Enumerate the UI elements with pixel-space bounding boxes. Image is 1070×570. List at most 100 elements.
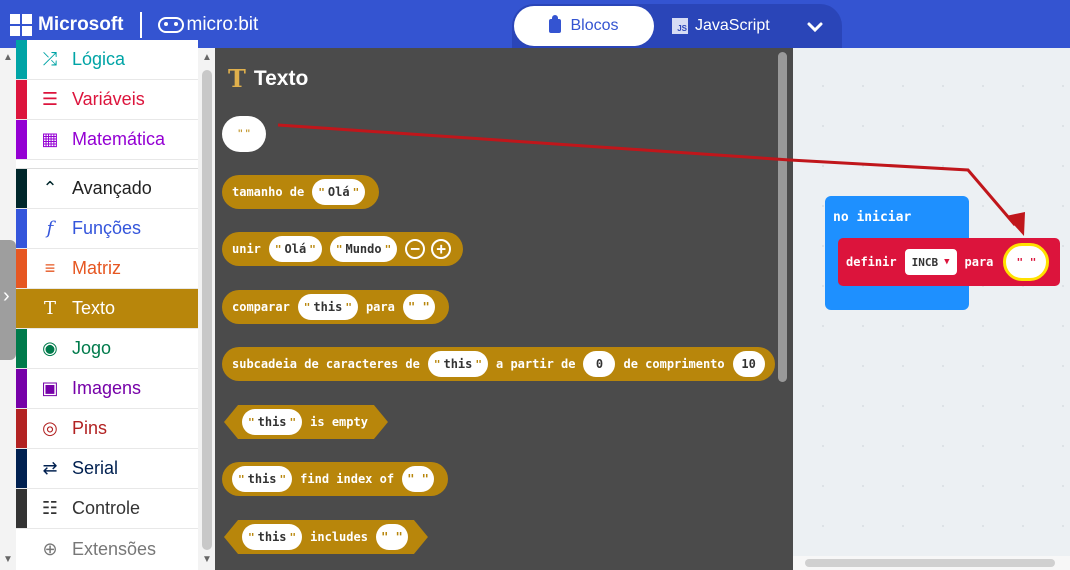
workspace-scrollbar[interactable] [793,556,1070,570]
category-color-bar [16,409,27,448]
scroll-down-icon[interactable]: ▼ [202,554,212,565]
javascript-icon: JS [672,18,688,34]
brand-divider [139,12,142,38]
ordered-list-icon: ≡ [44,258,56,278]
empty-string-block[interactable]: " " [222,116,266,152]
category-color-bar [16,80,27,119]
category-advanced[interactable]: ⌃ Avançado [16,169,198,209]
tab-blocks[interactable]: Blocos [514,6,654,46]
string-input[interactable]: " this " [242,409,302,435]
block-keyword: unir [232,242,261,256]
usb-icon: ⇄ [42,458,58,478]
string-input[interactable]: " " [402,466,435,492]
puzzle-icon [549,15,562,33]
category-color-bar [16,329,27,368]
shuffle-icon: ⤮ [42,49,58,69]
string-input[interactable]: " Olá " [312,179,366,205]
category-serial[interactable]: ⇄ Serial [16,449,198,489]
collapse-sidebar-handle[interactable] [0,240,16,360]
category-color-bar [16,209,27,248]
brand-microsoft: Microsoft [38,14,124,35]
category-color-bar [16,369,27,408]
scroll-down-icon[interactable]: ▼ [3,554,13,565]
block-includes[interactable]: " this " includes " " [224,520,428,554]
gamepad-icon: ◉ [42,338,58,358]
category-control[interactable]: ☷ Controle [16,489,198,529]
block-length-of[interactable]: tamanho de " Olá " [222,175,380,209]
block-keyword: de comprimento [623,357,725,371]
scroll-up-icon[interactable]: ▲ [3,52,13,63]
block-keyword: comparar [232,300,290,314]
block-find-index[interactable]: " this " find index of " " [222,462,449,496]
block-keyword: find index of [300,472,395,486]
category-game[interactable]: ◉ Jogo [16,329,198,369]
flyout-scrollbar[interactable] [778,52,787,382]
sidebar-scroll-thumb[interactable] [202,70,212,550]
microbit-logo-icon [157,17,184,33]
string-input[interactable]: " Olá " [268,236,322,262]
string-input[interactable]: " " [376,524,408,550]
target-icon: ◎ [42,418,58,438]
block-keyword: is empty [310,415,368,429]
brand-microbit: micro:bit [186,14,259,35]
block-substring[interactable]: subcadeia de caracteres de " this " a part… [222,347,775,381]
string-input[interactable]: " this " [242,524,302,550]
category-color-bar [16,249,27,288]
block-keyword: includes [310,530,368,544]
category-functions[interactable]: f Funções [16,209,198,249]
category-label: Matemática [72,129,166,149]
block-keyword: subcadeia de caracteres de [232,357,420,371]
string-input[interactable]: " this " [297,294,358,320]
minus-circle-icon[interactable]: − [405,239,426,259]
block-keyword: a partir de [496,357,576,371]
tab-javascript[interactable]: JS JavaScript [672,6,770,46]
set-variable-block[interactable]: definir INCB ▼ para " " [838,238,1060,286]
calculator-icon: ▦ [41,129,59,149]
plus-circle-icon[interactable]: + [431,239,452,259]
plus-circle-icon: ⊕ [42,538,58,559]
category-label: Avançado [72,178,152,198]
category-label: Matriz [72,258,121,278]
number-input[interactable]: 0 [583,351,616,377]
function-icon: f [46,218,54,239]
string-input[interactable]: " this " [232,466,293,492]
tab-blocks-label: Blocos [570,17,619,34]
category-color-bar [16,169,27,208]
category-arrays[interactable]: ≡ Matriz [16,249,198,289]
category-label: Jogo [72,338,112,358]
category-color-bar [16,449,27,488]
text-icon: T [228,64,246,93]
block-keyword: definir [846,255,897,269]
category-images[interactable]: ▣ Imagens [16,369,198,409]
category-text[interactable]: T Texto [16,289,198,329]
category-logic[interactable]: ⤮ Lógica [16,40,198,80]
value-slot-highlighted[interactable]: " " [1003,243,1050,281]
string-input[interactable]: " Mundo " [329,236,398,262]
block-compare[interactable]: comparar " this " para " " [222,290,449,324]
category-label: Lógica [72,49,126,69]
chevron-down-icon[interactable] [802,14,828,40]
category-label: Variáveis [72,89,145,109]
string-input[interactable]: " this " [427,351,488,377]
variable-dropdown[interactable]: INCB ▼ [904,249,957,275]
chevron-up-icon: ⌃ [42,178,58,198]
category-extensions[interactable]: ⊕ Extensões [16,529,198,569]
workspace-scroll-thumb[interactable] [805,559,1055,567]
on-start-label: no iniciar [833,210,912,225]
category-variables[interactable]: ☰ Variáveis [16,80,198,120]
category-math[interactable]: ▦ Matemática [16,120,198,160]
tab-javascript-label: JavaScript [695,17,770,34]
number-input[interactable]: 10 [732,351,765,377]
block-is-empty[interactable]: " this " is empty [224,405,388,439]
text-icon: T [43,298,56,319]
editor-toggle: Blocos JS JavaScript [512,4,842,48]
brand-area[interactable]: Microsoft micro:bit [10,12,258,38]
category-label: Texto [72,298,116,318]
category-pins[interactable]: ◎ Pins [16,409,198,449]
block-join[interactable]: unir " Olá " " Mundo " − + [222,232,464,266]
scroll-up-icon[interactable]: ▲ [202,52,212,63]
category-color-bar [16,489,27,528]
server-icon: ☷ [41,498,59,518]
string-input[interactable]: " " [402,294,435,320]
category-label: Imagens [72,378,142,398]
